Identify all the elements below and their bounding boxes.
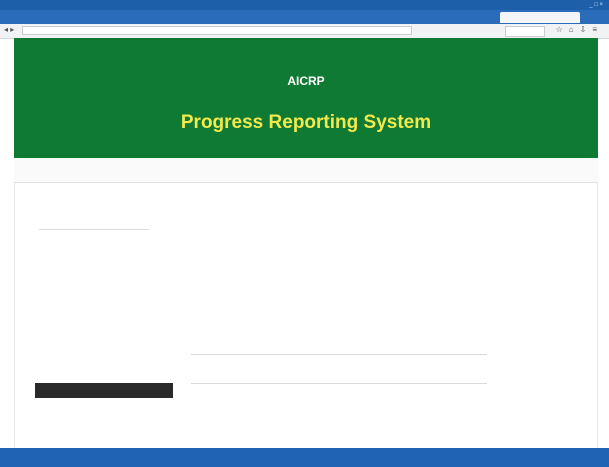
toolbar-icons[interactable]: ☆⌂⇩≡: [556, 25, 603, 34]
site-header: AICRP Progress Reporting System: [14, 38, 598, 158]
os-taskbar: [0, 448, 609, 467]
page-title: Progress Reporting System: [180, 112, 432, 133]
progress-reporting-button[interactable]: [35, 383, 173, 398]
browser-tab[interactable]: [262, 12, 374, 23]
browser-tab[interactable]: [382, 12, 496, 23]
content-area: [14, 183, 598, 448]
divider: [191, 354, 487, 355]
browser-tab-active[interactable]: [500, 12, 580, 23]
brand-title: AICRP: [287, 74, 325, 88]
browser-toolbar: ◂ ▸ ☆⌂⇩≡: [0, 24, 609, 39]
divider: [39, 229, 149, 230]
browser-tab[interactable]: [150, 12, 250, 23]
window-controls[interactable]: _ □ ×: [589, 0, 603, 10]
browser-search-input[interactable]: [505, 26, 545, 37]
window-title-bar: _ □ ×: [0, 0, 609, 10]
back-icon[interactable]: ◂ ▸: [4, 25, 14, 34]
site-subnav: [14, 158, 598, 183]
browser-tab-bar: [0, 10, 609, 24]
address-bar[interactable]: [22, 26, 412, 35]
divider: [191, 383, 487, 384]
browser-tab[interactable]: [4, 12, 114, 23]
